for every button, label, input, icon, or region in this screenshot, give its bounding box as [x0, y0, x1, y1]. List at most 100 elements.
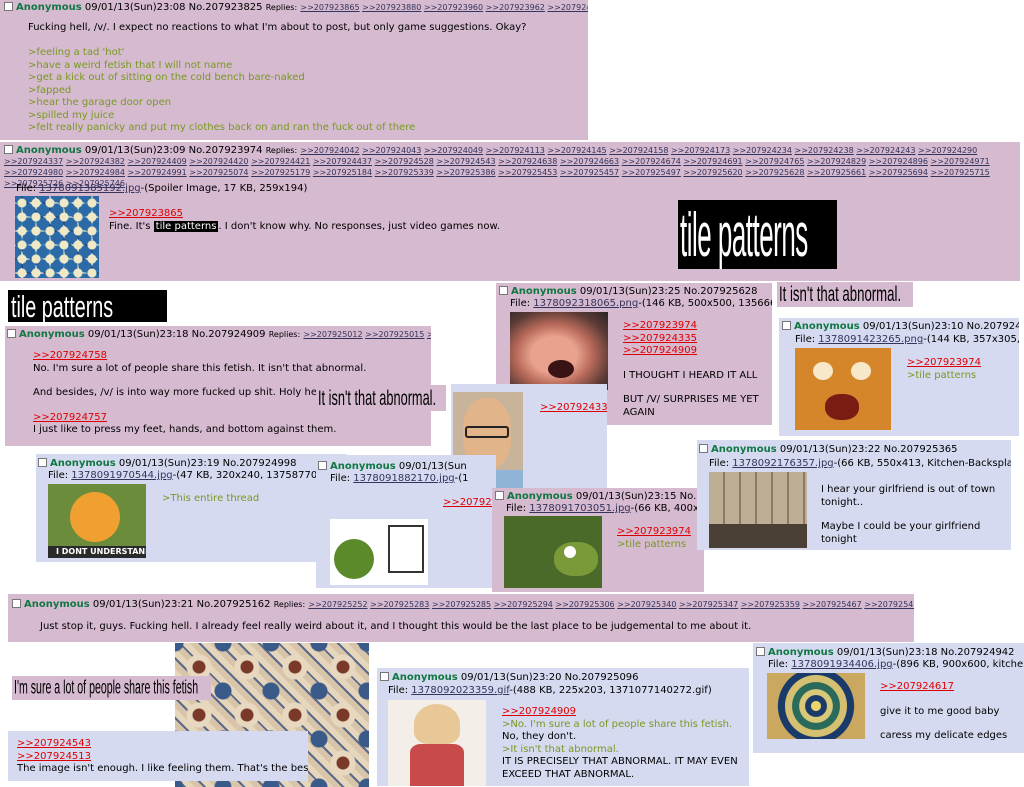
quote-link[interactable]: >>207923974: [617, 526, 691, 539]
reply-link[interactable]: >>207924234: [733, 146, 792, 155]
quote-link[interactable]: >>207923974: [907, 357, 981, 370]
post-number[interactable]: No.207924998: [223, 458, 297, 469]
reply-link[interactable]: >>207925386: [436, 168, 495, 177]
reply-link[interactable]: >>207924049: [424, 146, 483, 155]
reply-link[interactable]: >>207924290: [918, 146, 977, 155]
reply-link[interactable]: >>207924145: [547, 146, 606, 155]
quote-link[interactable]: >>207924757: [33, 412, 366, 425]
quote-link[interactable]: >>207923974: [623, 320, 768, 333]
spongebob-image[interactable]: [795, 348, 891, 430]
reply-link[interactable]: >>207924528: [375, 157, 434, 166]
post-checkbox[interactable]: [699, 444, 708, 453]
post-number[interactable]: No.207923825: [189, 2, 263, 13]
reply-link[interactable]: >>207924543: [436, 157, 495, 166]
quote-link[interactable]: >>207924513: [17, 751, 308, 764]
quote-link[interactable]: >>207924: [443, 497, 496, 508]
reply-link[interactable]: >>207924243: [856, 146, 915, 155]
reply-link[interactable]: >>207924663: [560, 157, 619, 166]
file-link[interactable]: 1378092176357.jpg: [732, 458, 833, 469]
screaming-man-image[interactable]: [510, 312, 608, 390]
file-link[interactable]: 1378091423265.png: [818, 334, 923, 345]
reply-link[interactable]: >>207924674: [622, 157, 681, 166]
reply-link[interactable]: >>207925179: [251, 168, 310, 177]
quote-link[interactable]: >>207924909: [623, 345, 768, 358]
reply-link[interactable]: >>207923880: [362, 3, 421, 12]
file-link[interactable]: 1378091703051.jpg: [529, 503, 630, 514]
raichu-image[interactable]: I DONT UNDERSTAND: [48, 484, 146, 558]
reply-link[interactable]: >>207924765: [745, 157, 804, 166]
reply-link[interactable]: >>207925453: [498, 168, 557, 177]
reply-link[interactable]: >>207924829: [807, 157, 866, 166]
reply-link[interactable]: >>207925620: [683, 168, 742, 177]
reply-link[interactable]: >>207925294: [494, 600, 553, 609]
reply-link[interactable]: >>207925628: [745, 168, 804, 177]
reply-link[interactable]: >>207924896: [869, 157, 928, 166]
spongebob-tile-image[interactable]: [504, 516, 602, 588]
post-checkbox[interactable]: [38, 458, 47, 467]
reply-link[interactable]: >>207925457: [560, 168, 619, 177]
reply-link[interactable]: >>207924691: [683, 157, 742, 166]
reply-link[interactable]: >>207924991: [128, 168, 187, 177]
reply-link[interactable]: >>207925012: [303, 330, 362, 339]
reply-link[interactable]: >>207923865: [300, 3, 359, 12]
reply-link[interactable]: >>207925074: [189, 168, 248, 177]
file-link[interactable]: 1378091970544.jpg: [71, 470, 172, 481]
reply-link[interactable]: >>207925184: [313, 168, 372, 177]
reply-link[interactable]: >>207925285: [432, 600, 491, 609]
post-checkbox[interactable]: [380, 672, 389, 681]
file-link[interactable]: 1378091882170.jpg: [353, 473, 454, 484]
reply-link[interactable]: >>207924078: [547, 3, 588, 12]
quote-link[interactable]: >>207924758: [33, 350, 366, 363]
post-checkbox[interactable]: [756, 647, 765, 656]
reply-link[interactable]: >>207924238: [794, 146, 853, 155]
file-link[interactable]: 1378092023359.gif: [411, 685, 509, 696]
post-checkbox[interactable]: [782, 321, 791, 330]
post-number[interactable]: No.207924909: [192, 329, 266, 340]
quote-link[interactable]: >>207924335: [623, 333, 768, 346]
reply-link[interactable]: >>207925359: [741, 600, 800, 609]
reply-link[interactable]: >>207924638: [498, 157, 557, 166]
post-number[interactable]: No.207925365: [884, 444, 958, 455]
post-number[interactable]: No.207923974: [189, 145, 263, 156]
post-number[interactable]: No.207925096: [565, 672, 639, 683]
post-checkbox[interactable]: [4, 2, 13, 11]
reply-link[interactable]: >>207925015: [365, 330, 424, 339]
reply-link[interactable]: >>207925025: [427, 330, 431, 339]
quote-link[interactable]: >>207924543: [17, 738, 308, 751]
reply-link[interactable]: >>207925661: [807, 168, 866, 177]
mosaic-tile-image[interactable]: [767, 673, 865, 739]
kitchen-backsplash-image[interactable]: [709, 472, 807, 548]
reply-link[interactable]: >>207924980: [4, 168, 63, 177]
reply-link[interactable]: >>207925715: [930, 168, 989, 177]
reply-link[interactable]: >>207925497: [622, 168, 681, 177]
reply-link[interactable]: >>207924043: [362, 146, 421, 155]
reply-link[interactable]: >>207925467: [802, 600, 861, 609]
kermit-image[interactable]: [330, 519, 428, 585]
reply-link[interactable]: >>207925347: [679, 600, 738, 609]
anime-girl-image[interactable]: [388, 700, 486, 786]
reply-link[interactable]: >>207924409: [128, 157, 187, 166]
reply-link[interactable]: >>207924971: [930, 157, 989, 166]
reply-link[interactable]: >>207925340: [617, 600, 676, 609]
post-checkbox[interactable]: [4, 145, 13, 154]
reply-link[interactable]: >>207924337: [4, 157, 63, 166]
reply-link[interactable]: >>207925306: [555, 600, 614, 609]
reply-link[interactable]: >>207924437: [313, 157, 372, 166]
post-checkbox[interactable]: [495, 491, 504, 500]
post-number[interactable]: No.207924049: [967, 321, 1019, 332]
quote-link[interactable]: >>207923865: [109, 208, 500, 221]
post-checkbox[interactable]: [318, 461, 327, 470]
quote-link[interactable]: >>207924909: [502, 706, 746, 719]
reply-link[interactable]: >>207924113: [486, 146, 545, 155]
reply-link[interactable]: >>207925283: [370, 600, 429, 609]
reply-link[interactable]: >>207924173: [671, 146, 730, 155]
reply-link[interactable]: >>207924042: [300, 146, 359, 155]
post-checkbox[interactable]: [499, 286, 508, 295]
quote-link[interactable]: >>207924335: [540, 402, 607, 415]
reply-link[interactable]: >>207924984: [66, 168, 125, 177]
post-checkbox[interactable]: [12, 599, 21, 608]
reply-link[interactable]: >>207924421: [251, 157, 310, 166]
file-link[interactable]: 1378091385192.jpg: [39, 183, 140, 194]
tile-thumbnail[interactable]: [15, 196, 99, 278]
reply-link[interactable]: >>207925476: [864, 600, 914, 609]
